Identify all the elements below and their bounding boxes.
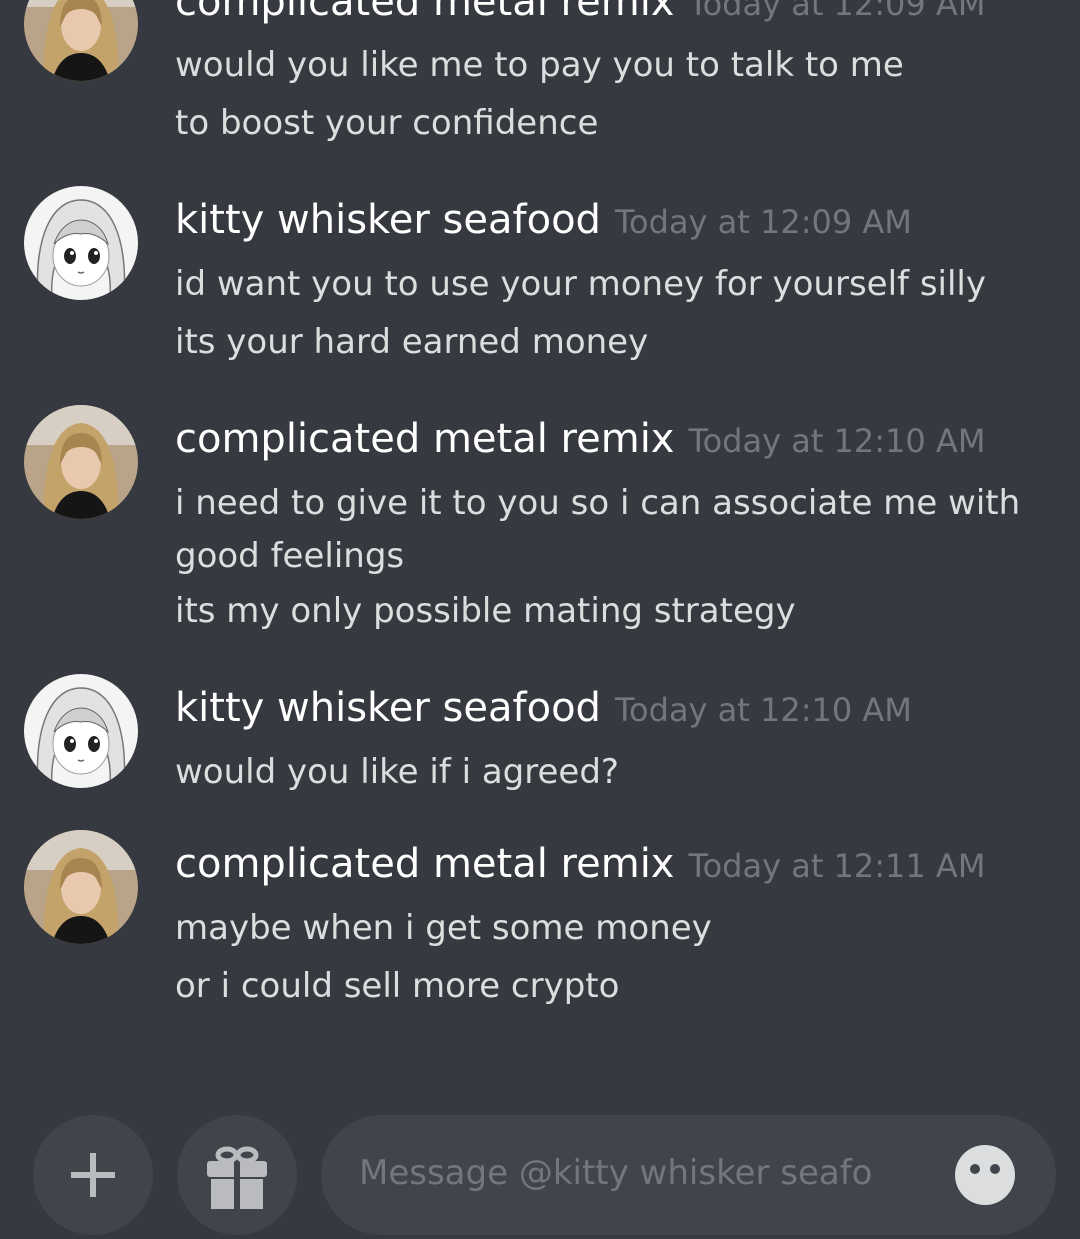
message-text: its your hard earned money	[175, 322, 649, 362]
avril-avatar-icon[interactable]	[24, 830, 138, 944]
author-name[interactable]: kitty whisker seafood	[175, 197, 601, 243]
message-author[interactable]: complicated metal remix Today at 12:10 AM	[175, 415, 985, 465]
avril-avatar-icon[interactable]	[24, 405, 138, 519]
gift-button[interactable]	[177, 1115, 297, 1235]
message-author[interactable]: kitty whisker seafood Today at 12:09 AM	[175, 196, 912, 246]
chat-view: complicated metal remix Today at 12:09 AM…	[0, 0, 1080, 1235]
author-name[interactable]: kitty whisker seafood	[175, 685, 601, 731]
plus-icon	[71, 1153, 115, 1197]
anime-girl-avatar-icon[interactable]	[24, 186, 138, 300]
message-timestamp: Today at 12:09 AM	[688, 0, 986, 23]
anime-girl-avatar-icon[interactable]	[24, 674, 138, 788]
avril-avatar-icon[interactable]	[24, 0, 138, 81]
message-text: id want you to use your money for yourse…	[175, 264, 986, 304]
author-name[interactable]: complicated metal remix	[175, 0, 674, 25]
message-text: maybe when i get some money	[175, 908, 712, 948]
message-author[interactable]: kitty whisker seafood Today at 12:10 AM	[175, 684, 912, 734]
message-text: would you like if i agreed?	[175, 752, 619, 792]
author-name[interactable]: complicated metal remix	[175, 416, 674, 462]
message-text: good feelings	[175, 536, 405, 576]
message-timestamp: Today at 12:10 AM	[614, 691, 912, 729]
message-timestamp: Today at 12:09 AM	[614, 203, 912, 241]
author-name[interactable]: complicated metal remix	[175, 841, 674, 887]
message-text: or i could sell more crypto	[175, 966, 620, 1006]
add-attachment-button[interactable]	[33, 1115, 153, 1235]
message-author[interactable]: complicated metal remix Today at 12:11 AM	[175, 840, 985, 890]
message-author[interactable]: complicated metal remix Today at 12:09 AM	[175, 0, 985, 28]
gift-icon	[207, 1146, 267, 1209]
message-input-placeholder: Message @kitty whisker seafo	[359, 1153, 873, 1193]
message-input[interactable]: Message @kitty whisker seafo	[321, 1115, 1056, 1235]
message-text: to boost your confidence	[175, 103, 599, 143]
message-text: would you like me to pay you to talk to …	[175, 45, 904, 85]
emoji-icon[interactable]	[953, 1143, 1017, 1207]
message-timestamp: Today at 12:10 AM	[688, 422, 986, 460]
message-text: its my only possible mating strategy	[175, 591, 796, 631]
message-timestamp: Today at 12:11 AM	[688, 847, 986, 885]
message-text: i need to give it to you so i can associ…	[175, 483, 1021, 523]
